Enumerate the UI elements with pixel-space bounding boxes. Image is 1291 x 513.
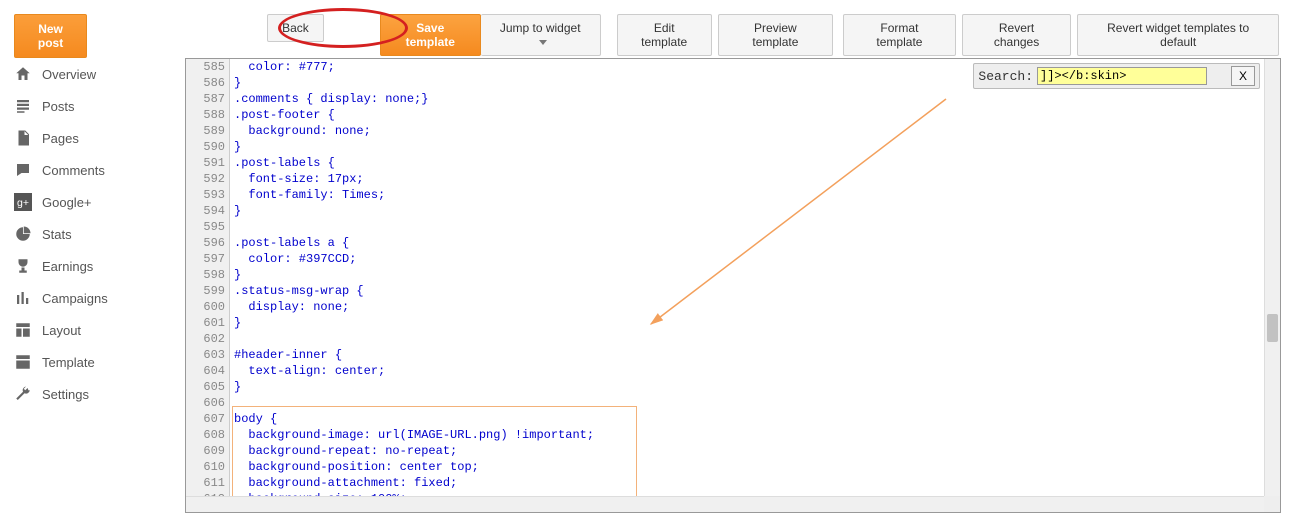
jump-to-widget-label: Jump to widget	[500, 21, 581, 35]
sidebar-item-label: Google+	[42, 195, 92, 210]
template-icon	[14, 353, 32, 371]
sidebar-item-label: Overview	[42, 67, 96, 82]
revert-widgets-button[interactable]: Revert widget templates to default	[1077, 14, 1279, 56]
sidebar-item-posts[interactable]: Posts	[0, 90, 170, 122]
sidebar-item-earnings[interactable]: Earnings	[0, 250, 170, 282]
sidebar-item-stats[interactable]: Stats	[0, 218, 170, 250]
stats-icon	[14, 225, 32, 243]
comments-icon	[14, 161, 32, 179]
sidebar-item-googleplus[interactable]: g+ Google+	[0, 186, 170, 218]
line-number-gutter: 5855865875885895905915925935945955965975…	[186, 59, 230, 512]
search-input[interactable]	[1037, 67, 1207, 85]
search-bar: Search: X	[973, 63, 1260, 89]
sidebar-item-layout[interactable]: Layout	[0, 314, 170, 346]
chevron-down-icon	[539, 40, 547, 45]
sidebar-item-label: Comments	[42, 163, 105, 178]
google-plus-icon: g+	[14, 193, 32, 211]
revert-changes-button[interactable]: Revert changes	[962, 14, 1072, 56]
sidebar-item-comments[interactable]: Comments	[0, 154, 170, 186]
vertical-scrollbar[interactable]	[1264, 59, 1280, 496]
sidebar-item-label: Posts	[42, 99, 75, 114]
jump-to-widget-dropdown[interactable]: Jump to widget	[481, 14, 601, 56]
save-template-button[interactable]: Save template	[380, 14, 481, 56]
scroll-corner	[1264, 496, 1280, 512]
sidebar-item-campaigns[interactable]: Campaigns	[0, 282, 170, 314]
sidebar-item-label: Earnings	[42, 259, 93, 274]
sidebar-item-pages[interactable]: Pages	[0, 122, 170, 154]
sidebar-item-label: Template	[42, 355, 95, 370]
back-button[interactable]: Back	[267, 14, 324, 42]
wrench-icon	[14, 385, 32, 403]
format-template-button[interactable]: Format template	[843, 14, 956, 56]
sidebar-item-label: Campaigns	[42, 291, 108, 306]
sidebar-item-template[interactable]: Template	[0, 346, 170, 378]
house-icon	[14, 65, 32, 83]
sidebar: Overview Posts Pages Comments g+ Google+…	[0, 52, 170, 416]
pages-icon	[14, 129, 32, 147]
sidebar-item-label: Pages	[42, 131, 79, 146]
code-area[interactable]: color: #777;}.comments { display: none;}…	[230, 59, 1280, 512]
scrollbar-thumb[interactable]	[1267, 314, 1278, 342]
code-editor[interactable]: Search: X 585586587588589590591592593594…	[185, 58, 1281, 513]
editor-toolbar-right: Format template Revert changes Revert wi…	[843, 14, 1279, 56]
sidebar-item-overview[interactable]: Overview	[0, 58, 170, 90]
sidebar-item-label: Layout	[42, 323, 81, 338]
sidebar-item-label: Stats	[42, 227, 72, 242]
preview-template-button[interactable]: Preview template	[718, 14, 833, 56]
editor-toolbar-left: Back Save template Jump to widget Edit t…	[267, 14, 833, 56]
svg-text:g+: g+	[17, 197, 29, 209]
campaigns-icon	[14, 289, 32, 307]
search-label: Search:	[978, 69, 1033, 84]
sidebar-item-settings[interactable]: Settings	[0, 378, 170, 410]
top-toolbar: New post Back Save template Jump to widg…	[0, 0, 1291, 52]
edit-template-button[interactable]: Edit template	[617, 14, 712, 56]
layout-icon	[14, 321, 32, 339]
trophy-icon	[14, 257, 32, 275]
horizontal-scrollbar[interactable]	[186, 496, 1264, 512]
search-close-button[interactable]: X	[1231, 66, 1255, 86]
posts-icon	[14, 97, 32, 115]
sidebar-item-label: Settings	[42, 387, 89, 402]
